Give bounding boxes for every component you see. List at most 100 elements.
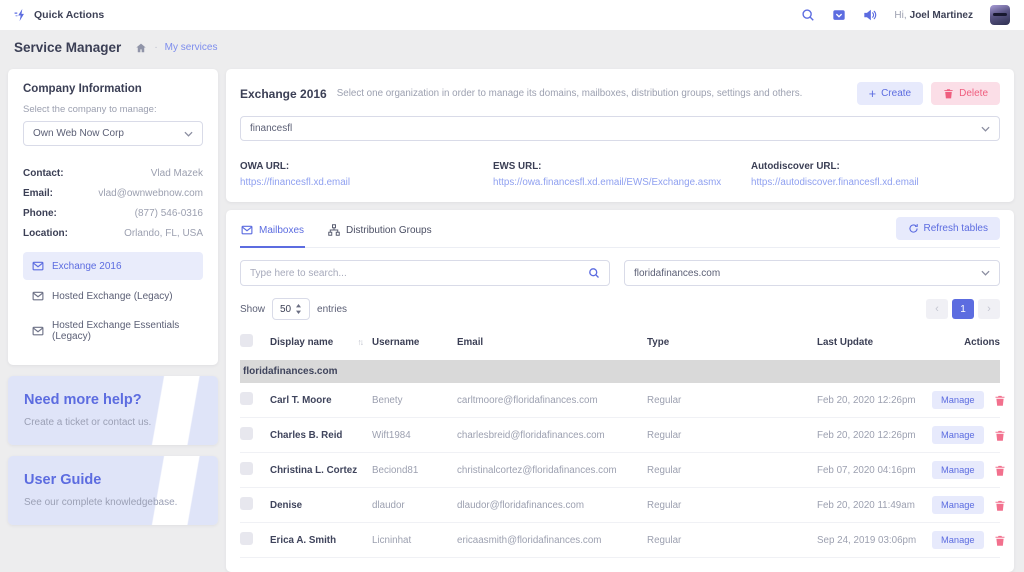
quick-actions-button[interactable]: Quick Actions <box>14 8 104 22</box>
row-checkbox[interactable] <box>240 392 253 405</box>
cell-username: Beciond81 <box>372 465 457 476</box>
refresh-tables-button[interactable]: Refresh tables <box>896 217 1000 240</box>
select-all-checkbox[interactable] <box>240 334 253 347</box>
owa-url-block: OWA URL: https://financesfl.xd.email <box>240 161 493 188</box>
search-icon[interactable] <box>588 267 600 279</box>
exchange-description: Select one organization in order to mana… <box>337 88 849 99</box>
pagination-next[interactable]: › <box>978 299 1000 319</box>
sidebar-item-hosted-exchange-essentials-legacy[interactable]: Hosted Exchange Essentials (Legacy) <box>23 312 203 350</box>
delete-button-label: Delete <box>959 88 988 99</box>
domain-group-row: floridafinances.com <box>240 360 1000 383</box>
show-label: Show <box>240 304 265 315</box>
autodiscover-url-link[interactable]: https://autodiscover.financesfl.xd.email <box>751 177 1000 188</box>
cell-display-name: Charles B. Reid <box>270 430 372 441</box>
cell-username: Benety <box>372 395 457 406</box>
delete-row-button[interactable] <box>994 464 1006 477</box>
sidebar: Company Information Select the company t… <box>8 69 218 525</box>
inbox-icon[interactable] <box>832 8 846 22</box>
delete-row-button[interactable] <box>994 499 1006 512</box>
create-button-label: Create <box>881 88 911 99</box>
row-checkbox[interactable] <box>240 462 253 475</box>
manage-button[interactable]: Manage <box>932 426 984 444</box>
manage-button[interactable]: Manage <box>932 531 984 549</box>
help-card[interactable]: Need more help? Create a ticket or conta… <box>8 376 218 445</box>
main-area: Exchange 2016 Select one organization in… <box>226 69 1014 572</box>
mail-icon <box>32 260 44 272</box>
top-navbar: Quick Actions Hi,Joel Martinez <box>0 0 1024 30</box>
pagination-page-1[interactable]: 1 <box>952 299 974 319</box>
sidebar-item-exchange-2016[interactable]: Exchange 2016 <box>23 252 203 280</box>
cell-type: Regular <box>647 395 817 406</box>
help-card-subtitle: Create a ticket or contact us. <box>24 417 202 428</box>
tab-mailboxes[interactable]: Mailboxes <box>240 217 305 248</box>
domain-select-value: floridafinances.com <box>634 268 720 279</box>
quick-actions-label: Quick Actions <box>34 9 104 21</box>
cell-last-update: Feb 07, 2020 04:16pm <box>817 465 932 476</box>
sort-icon[interactable]: ↑↓ <box>358 337 365 347</box>
user-guide-card[interactable]: User Guide See our complete knowledgebas… <box>8 456 218 525</box>
cell-email: dlaudor@floridafinances.com <box>457 500 647 511</box>
trash-icon <box>994 499 1006 512</box>
cell-last-update: Feb 20, 2020 12:26pm <box>817 430 932 441</box>
exchange-header-row: Exchange 2016 Select one organization in… <box>240 82 1000 105</box>
delete-row-button[interactable] <box>994 394 1006 407</box>
entries-label: entries <box>317 304 347 315</box>
trash-icon <box>994 429 1006 442</box>
create-button[interactable]: + Create <box>857 82 923 105</box>
row-checkbox[interactable] <box>240 497 253 510</box>
greeting-prefix: Hi, <box>894 10 906 21</box>
volume-icon[interactable] <box>863 8 877 22</box>
home-icon[interactable] <box>135 42 147 54</box>
row-checkbox[interactable] <box>240 532 253 545</box>
cell-username: dlaudor <box>372 500 457 511</box>
cell-last-update: Sep 24, 2019 03:06pm <box>817 535 932 546</box>
sidebar-item-hosted-exchange-legacy[interactable]: Hosted Exchange (Legacy) <box>23 282 203 310</box>
pagination-prev[interactable]: ‹ <box>926 299 948 319</box>
company-select[interactable]: Own Web Now Corp <box>23 121 203 146</box>
breadcrumb-separator: · <box>154 42 157 53</box>
tab-bar: Mailboxes Distribution Groups Refresh ta… <box>240 210 1000 248</box>
entries-per-page-select[interactable]: 50 <box>272 298 310 320</box>
content-area: Company Information Select the company t… <box>0 63 1024 572</box>
table-row: Denise dlaudor dlaudor@floridafinances.c… <box>240 488 1000 523</box>
owa-url-label: OWA URL: <box>240 161 493 172</box>
contact-value: (877) 546-0316 <box>135 208 203 219</box>
breadcrumb-my-services[interactable]: My services <box>165 42 218 53</box>
ews-url-link[interactable]: https://owa.financesfl.xd.email/EWS/Exch… <box>493 177 751 188</box>
page: { "colors": { "accent": "#5c6ce0", "acce… <box>0 0 1024 517</box>
trash-icon <box>994 464 1006 477</box>
manage-button[interactable]: Manage <box>932 461 984 479</box>
chevron-down-icon <box>184 131 193 137</box>
service-list: Exchange 2016 Hosted Exchange (Legacy) H… <box>23 252 203 350</box>
table-controls: floridafinances.com <box>240 260 1000 286</box>
breadcrumb: Service Manager · My services <box>0 30 1024 63</box>
delete-row-button[interactable] <box>994 429 1006 442</box>
delete-row-button[interactable] <box>994 534 1006 547</box>
organization-select-value: financesfl <box>250 123 292 134</box>
exchange-title: Exchange 2016 <box>240 87 327 101</box>
user-greeting[interactable]: Hi,Joel Martinez <box>894 10 973 21</box>
table-row: Erica A. Smith Licninhat ericaasmith@flo… <box>240 523 1000 558</box>
domain-select[interactable]: floridafinances.com <box>624 260 1000 286</box>
row-checkbox[interactable] <box>240 427 253 440</box>
company-information-card: Company Information Select the company t… <box>8 69 218 365</box>
user-avatar[interactable] <box>990 5 1010 25</box>
table-header: Display name ↑↓ Username Email Type Last… <box>240 330 1000 360</box>
url-list: OWA URL: https://financesfl.xd.email EWS… <box>240 161 1000 188</box>
cell-last-update: Feb 20, 2020 11:49am <box>817 500 932 511</box>
mail-icon <box>32 325 44 337</box>
ews-url-label: EWS URL: <box>493 161 751 172</box>
trash-icon <box>943 88 954 99</box>
search-icon[interactable] <box>801 8 815 22</box>
manage-button[interactable]: Manage <box>932 496 984 514</box>
cell-email: ericaasmith@floridafinances.com <box>457 535 647 546</box>
delete-button[interactable]: Delete <box>931 82 1000 105</box>
owa-url-link[interactable]: https://financesfl.xd.email <box>240 177 493 188</box>
cell-email: carltmoore@floridafinances.com <box>457 395 647 406</box>
manage-button[interactable]: Manage <box>932 391 984 409</box>
table-row: Carl T. Moore Benety carltmoore@floridaf… <box>240 383 1000 418</box>
refresh-tables-label: Refresh tables <box>924 223 988 234</box>
tab-distribution-groups[interactable]: Distribution Groups <box>327 217 433 248</box>
organization-select[interactable]: financesfl <box>240 116 1000 141</box>
search-input[interactable] <box>250 268 588 279</box>
